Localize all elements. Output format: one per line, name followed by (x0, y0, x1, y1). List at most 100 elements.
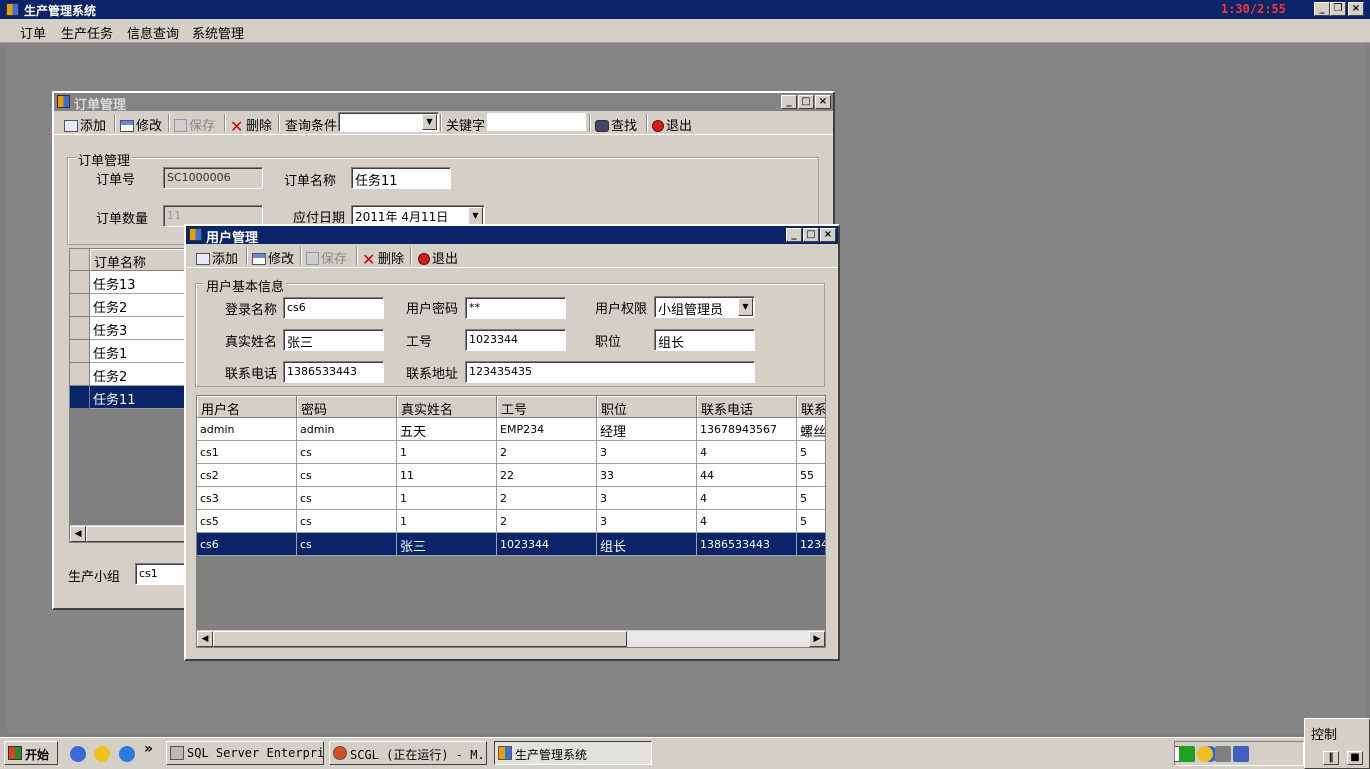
query-condition-combo[interactable]: ▼ (338, 112, 439, 132)
order-maximize-button[interactable]: □ (798, 95, 814, 109)
restore-button[interactable]: ❐ (1330, 2, 1346, 16)
row-header[interactable] (70, 294, 90, 317)
user-grid-cell[interactable]: 11 (397, 464, 497, 487)
user-grid-cell[interactable]: 5 (797, 487, 825, 510)
task-sql-server[interactable]: SQL Server Enterpri... (166, 741, 324, 765)
user-grid-cell[interactable]: cs (297, 510, 397, 533)
user-grid-cell[interactable]: 55 (797, 464, 825, 487)
order-edit-button[interactable]: 修改 (120, 115, 162, 134)
chevron-down-icon[interactable]: ▼ (738, 298, 753, 316)
menu-info-query[interactable]: 信息查询 (127, 23, 179, 42)
stop-icon[interactable]: ■ (1347, 751, 1363, 765)
order-row-name[interactable]: 任务2 (90, 363, 186, 386)
user-delete-button[interactable]: ✕ 删除 (362, 248, 404, 268)
user-grid-cell[interactable]: cs (297, 533, 397, 556)
pause-icon[interactable]: ‖ (1323, 751, 1339, 765)
order-delete-button[interactable]: ✕ 删除 (230, 115, 272, 135)
menu-production-task[interactable]: 生产任务 (61, 23, 113, 42)
user-grid-cell[interactable]: 4 (697, 487, 797, 510)
password-field[interactable]: ** (465, 297, 566, 319)
user-grid-cell[interactable]: 22 (497, 464, 597, 487)
user-grid-cell[interactable]: 组长 (597, 533, 697, 556)
user-grid-column-header[interactable]: 工号 (497, 396, 597, 418)
chevron-down-icon[interactable]: ▼ (422, 114, 437, 130)
user-grid-cell[interactable]: 1 (397, 510, 497, 533)
user-grid-column-header[interactable]: 真实姓名 (397, 396, 497, 418)
order-minimize-button[interactable]: _ (781, 95, 797, 109)
user-grid-cell[interactable]: cs3 (197, 487, 297, 510)
user-grid-cell[interactable]: 33 (597, 464, 697, 487)
user-grid-cell[interactable]: 2 (497, 510, 597, 533)
user-grid-cell[interactable]: 经理 (597, 418, 697, 441)
user-grid-cell[interactable]: admin (197, 418, 297, 441)
user-maximize-button[interactable]: □ (803, 228, 819, 242)
user-grid-cell[interactable]: 3 (597, 441, 697, 464)
user-window-title-bar[interactable]: 用户管理 _ □ × (186, 226, 838, 246)
user-grid-cell[interactable]: cs1 (197, 441, 297, 464)
user-grid-column-header[interactable]: 用户名 (197, 396, 297, 418)
user-grid-cell[interactable]: 12343 (797, 533, 825, 556)
ie-icon[interactable] (119, 746, 135, 762)
user-grid-cell[interactable]: 2 (497, 441, 597, 464)
monitor-icon[interactable] (1233, 746, 1249, 762)
user-grid-cell[interactable]: 张三 (397, 533, 497, 556)
order-row-name[interactable]: 任务13 (90, 271, 186, 294)
user-grid-cell[interactable]: 44 (697, 464, 797, 487)
user-grid-cell[interactable]: 3 (597, 510, 697, 533)
order-name-field[interactable]: 任务11 (351, 167, 451, 189)
user-grid-cell[interactable]: 4 (697, 510, 797, 533)
user-grid-cell[interactable]: 螺丝钉 (797, 418, 825, 441)
user-grid-cell[interactable]: 1023344 (497, 533, 597, 556)
order-row-name[interactable]: 任务11 (90, 386, 186, 409)
order-no-field[interactable]: SC1000006 (163, 167, 263, 189)
user-grid-column-header[interactable]: 联系 (797, 396, 825, 418)
order-exit-button[interactable]: 退出 (652, 115, 692, 134)
order-row-name[interactable]: 任务1 (90, 340, 186, 363)
order-window-title-bar[interactable]: 订单管理 _ □ × (54, 93, 833, 113)
user-grid-cell[interactable]: 13678943567 (697, 418, 797, 441)
phone-field[interactable]: 1386533443 (283, 361, 384, 383)
user-exit-button[interactable]: 退出 (418, 248, 458, 267)
user-grid-cell[interactable]: admin (297, 418, 397, 441)
user-grid-column-header[interactable]: 密码 (297, 396, 397, 418)
row-header[interactable] (70, 386, 90, 409)
role-combo[interactable]: 小组管理员 ▼ (654, 296, 755, 318)
user-grid-cell[interactable]: 5 (797, 441, 825, 464)
team-field[interactable]: cs1 (135, 563, 190, 585)
user-grid-cell[interactable]: 5 (797, 510, 825, 533)
order-find-button[interactable]: 查找 (595, 115, 637, 134)
user-grid-column-header[interactable]: 职位 (597, 396, 697, 418)
user-grid-cell[interactable]: cs6 (197, 533, 297, 556)
emp-no-field[interactable]: 1023344 (465, 329, 566, 351)
order-save-button[interactable]: 保存 (174, 115, 215, 134)
user-grid-column-header[interactable]: 联系电话 (697, 396, 797, 418)
user-grid-cell[interactable]: cs (297, 441, 397, 464)
order-row-name[interactable]: 任务2 (90, 294, 186, 317)
order-add-button[interactable]: 添加 (64, 115, 106, 134)
user-grid-cell[interactable]: cs2 (197, 464, 297, 487)
row-header[interactable] (70, 271, 90, 294)
qq-icon[interactable] (94, 746, 110, 762)
task-production-system[interactable]: 生产管理系统 (494, 741, 652, 765)
order-grid-scroll-thumb[interactable] (86, 526, 186, 542)
row-header[interactable] (70, 317, 90, 340)
user-grid-cell[interactable]: 4 (697, 441, 797, 464)
user-grid-cell[interactable]: cs (297, 487, 397, 510)
order-grid-header[interactable]: 订单名称 (90, 249, 186, 271)
scroll-left-icon[interactable]: ◀ (70, 526, 86, 542)
user-grid-cell[interactable]: cs5 (197, 510, 297, 533)
user-save-button[interactable]: 保存 (306, 248, 347, 267)
order-row-name[interactable]: 任务3 (90, 317, 186, 340)
user-grid-cell[interactable]: cs (297, 464, 397, 487)
task-scgl[interactable]: SCGL (正在运行) - M... (329, 741, 487, 765)
login-name-field[interactable]: cs6 (283, 297, 384, 319)
user-grid-cell[interactable]: 1 (397, 487, 497, 510)
order-close-button[interactable]: × (815, 95, 831, 109)
real-name-field[interactable]: 张三 (283, 329, 384, 351)
user-grid-cell[interactable]: 2 (497, 487, 597, 510)
position-field[interactable]: 组长 (654, 329, 755, 351)
quicklaunch-more[interactable]: » (144, 741, 153, 757)
user-close-button[interactable]: × (820, 228, 836, 242)
user-add-button[interactable]: 添加 (196, 248, 238, 267)
user-grid-cell[interactable]: EMP234 (497, 418, 597, 441)
